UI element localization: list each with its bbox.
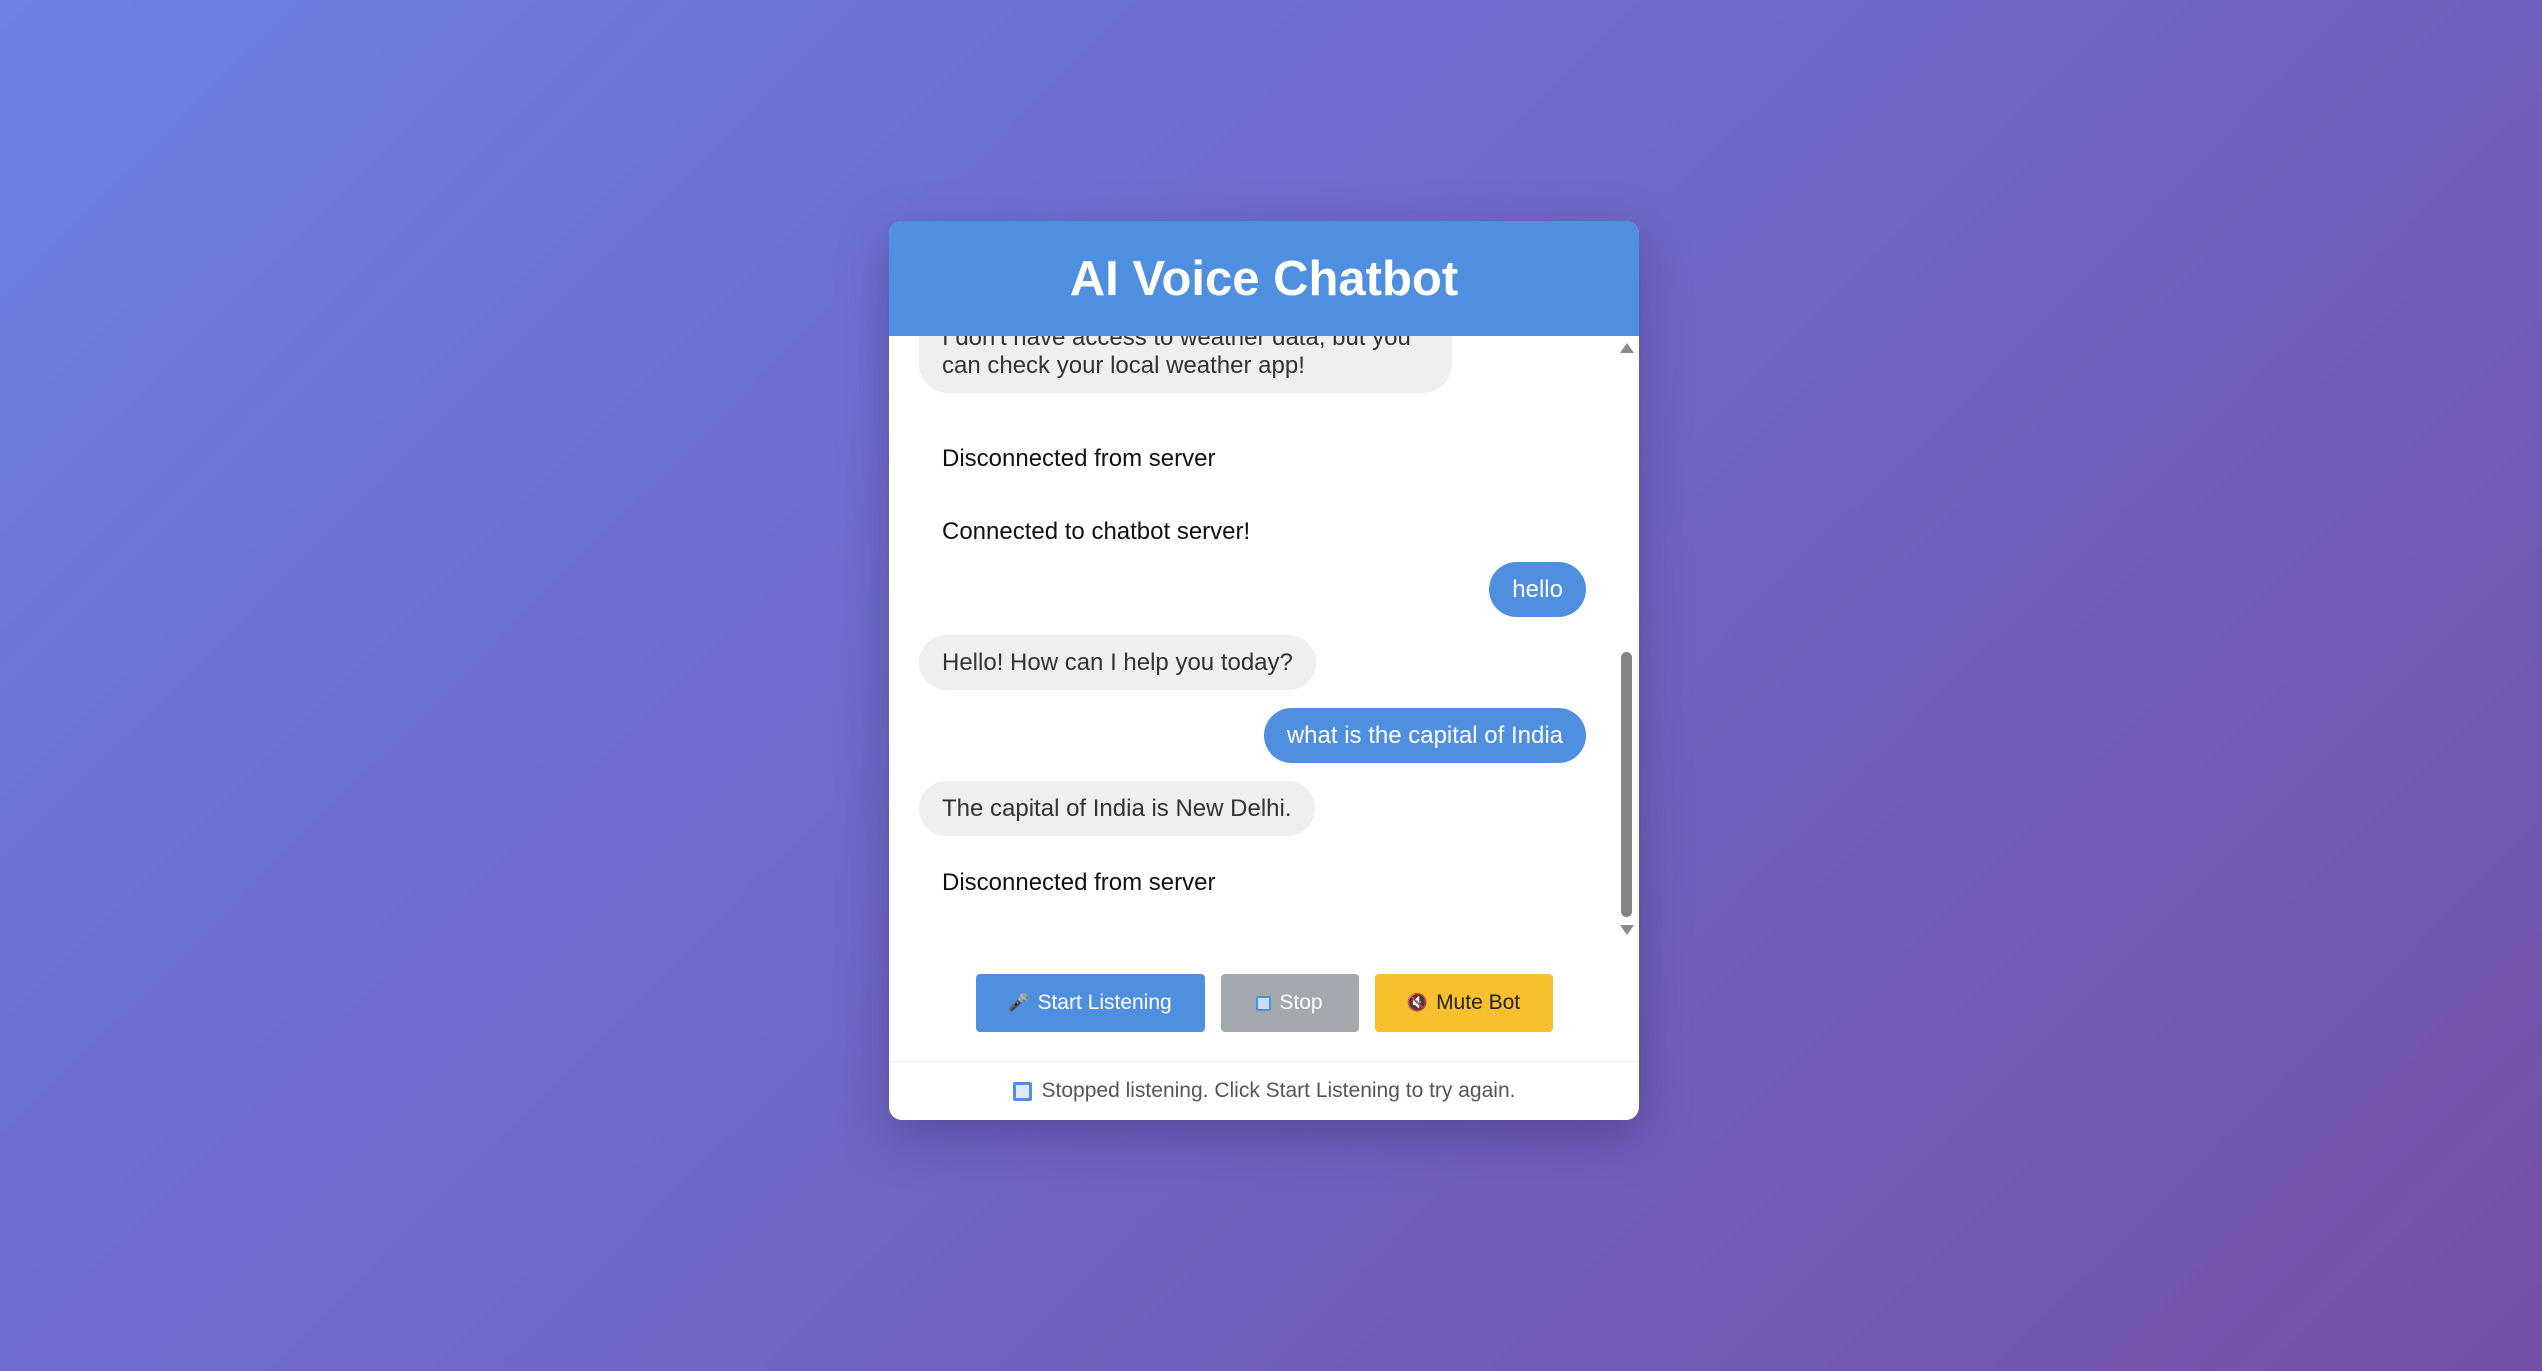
start-listening-button[interactable]: 🎤 Start Listening [975,974,1205,1032]
start-listening-label: Start Listening [1037,991,1172,1014]
chat-header: AI Voice Chatbot [889,221,1639,336]
scroll-down-arrow-icon[interactable] [1620,925,1634,935]
mute-bot-button[interactable]: 🔇 Mute Bot [1374,974,1553,1032]
scroll-thumb[interactable] [1621,652,1632,917]
system-message: Disconnected from server [942,445,1216,472]
messages-scrollbar[interactable] [1613,336,1639,941]
muted-speaker-icon: 🔇 [1406,993,1429,1012]
messages-list[interactable]: I don't have access to weather data, but… [889,336,1639,941]
controls-bar: 🎤 Start Listening Stop 🔇 Mute Bot [889,974,1639,1032]
stop-square-icon [1012,1081,1032,1101]
stop-button[interactable]: Stop [1220,974,1359,1032]
scroll-up-arrow-icon[interactable] [1620,343,1634,353]
microphone-icon: 🎤 [1008,993,1030,1012]
page-title: AI Voice Chatbot [1069,251,1459,306]
mute-bot-label: Mute Bot [1436,991,1521,1014]
system-message: Connected to chatbot server! [942,518,1251,545]
bot-message: The capital of India is New Delhi. [919,781,1315,836]
user-message: hello [1489,562,1586,617]
chat-card: AI Voice Chatbot I don't have access to … [889,221,1639,1120]
bot-message: Hello! How can I help you today? [919,635,1316,690]
stop-label: Stop [1279,991,1323,1014]
user-message: what is the capital of India [1263,708,1586,763]
bot-message: I don't have access to weather data, but… [919,336,1452,393]
status-bar: Stopped listening. Click Start Listening… [889,1062,1639,1120]
stop-square-icon [1256,995,1272,1011]
status-text: Stopped listening. Click Start Listening… [1041,1079,1516,1102]
system-message: Disconnected from server [942,869,1216,896]
